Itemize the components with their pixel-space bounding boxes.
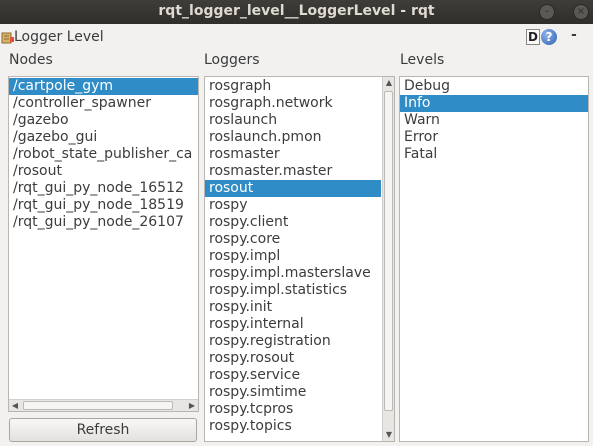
logger-list-item[interactable]: roslaunch.pmon [205, 129, 381, 146]
loggers-list[interactable]: rosgraph rosgraph.network roslaunch roslaun… [204, 76, 395, 442]
plugin-title: Logger Level [14, 29, 104, 45]
logger-list-item[interactable]: rospy.impl.masterslave [205, 265, 381, 282]
level-list-item[interactable]: Debug [400, 78, 588, 95]
logger-list-item[interactable]: rospy.simtime [205, 384, 381, 401]
node-list-item[interactable]: /rqt_gui_py_node_18519 [9, 197, 198, 214]
node-list-item[interactable]: /gazebo_gui [9, 129, 198, 146]
close-icon[interactable]: × [573, 4, 589, 20]
logger-list-item[interactable]: rosmaster [205, 146, 381, 163]
nodes-list[interactable]: /cartpole_gym/controller_spawner/gazebo /… [8, 76, 199, 412]
node-list-item[interactable]: /cartpole_gym [9, 78, 198, 95]
logger-list-item[interactable]: rosgraph.network [205, 95, 381, 112]
node-list-item[interactable]: /controller_spawner [9, 95, 198, 112]
scroll-left-icon[interactable]: ◀ [9, 400, 21, 411]
logger-list-item[interactable]: rospy.client [205, 214, 381, 231]
levels-list[interactable]: Debug Info Warn Error Fatal [399, 76, 589, 442]
logger-list-item[interactable]: rospy.tcpros [205, 401, 381, 418]
scroll-right-icon[interactable]: ▶ [186, 400, 198, 411]
logger-list-item[interactable]: rospy.core [205, 231, 381, 248]
logger-list-item[interactable]: roslaunch [205, 112, 381, 129]
logger-list-item[interactable]: rospy.impl.statistics [205, 282, 381, 299]
nodes-horizontal-scrollbar[interactable]: ◀ ▶ [9, 399, 198, 411]
logger-list-item[interactable]: rospy.registration [205, 333, 381, 350]
window-title: rqt_logger_level__LoggerLevel - rqt [158, 3, 435, 19]
help-icon[interactable]: ? [541, 29, 557, 45]
loggers-vertical-scrollbar[interactable]: ▲ ▼ [382, 77, 394, 441]
nodes-label: Nodes [9, 52, 53, 68]
logger-list-item[interactable]: rospy [205, 197, 381, 214]
logger-list-item[interactable]: rospy.topics [205, 418, 381, 435]
node-list-item[interactable]: /rqt_gui_py_node_16512 [9, 180, 198, 197]
refresh-button[interactable]: Refresh [9, 418, 197, 442]
logger-list-item[interactable]: rosgraph [205, 78, 381, 95]
logger-list-item[interactable]: rospy.internal [205, 316, 381, 333]
logger-list-item[interactable]: rospy.init [205, 299, 381, 316]
scroll-up-icon[interactable]: ▲ [383, 77, 394, 89]
levels-label: Levels [400, 52, 445, 68]
nodes-scroll-thumb[interactable] [23, 401, 173, 410]
node-list-item[interactable]: /gazebo [9, 112, 198, 129]
node-list-item[interactable]: /rqt_gui_py_node_26107 [9, 214, 198, 231]
logger-plugin-icon [1, 32, 14, 44]
minimize-icon[interactable]: – [539, 4, 555, 20]
loggers-scroll-thumb[interactable] [384, 91, 393, 411]
logger-list-item[interactable]: rospy.rosout [205, 350, 381, 367]
logger-list-item[interactable]: rospy.impl [205, 248, 381, 265]
logger-list-item[interactable]: rosout [205, 180, 381, 197]
level-list-item[interactable]: Warn [400, 112, 588, 129]
scroll-down-icon[interactable]: ▼ [383, 429, 394, 441]
logger-list-item[interactable]: rosmaster.master [205, 163, 381, 180]
level-list-item[interactable]: Info [400, 95, 588, 112]
level-list-item[interactable]: Error [400, 129, 588, 146]
close-plugin-button[interactable]: - [571, 27, 577, 43]
dock-button[interactable]: D [526, 29, 540, 45]
node-list-item[interactable]: /robot_state_publisher_ca [9, 146, 198, 163]
logger-list-item[interactable]: rospy.service [205, 367, 381, 384]
window-titlebar: rqt_logger_level__LoggerLevel - rqt – × [0, 0, 593, 24]
node-list-item[interactable]: /rosout [9, 163, 198, 180]
level-list-item[interactable]: Fatal [400, 146, 588, 163]
loggers-label: Loggers [204, 52, 260, 68]
